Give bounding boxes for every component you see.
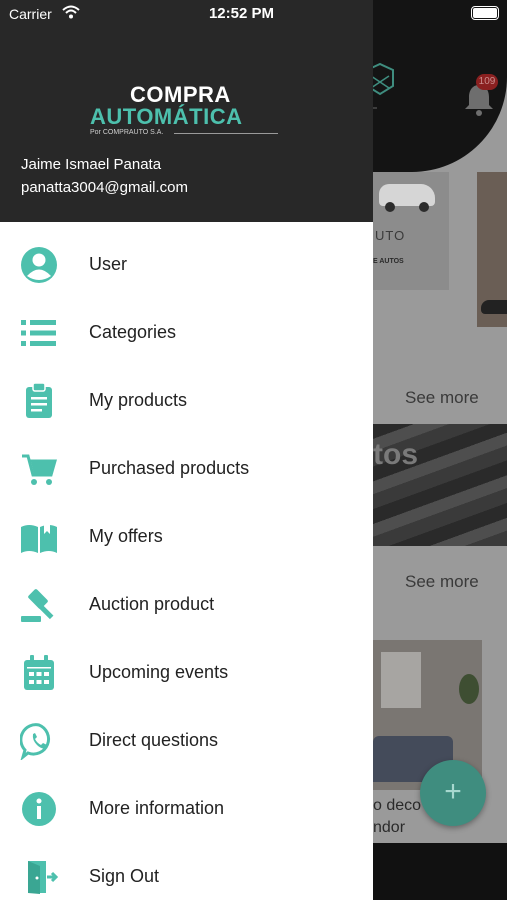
whatsapp-icon: [20, 722, 58, 760]
info-icon: [20, 790, 58, 828]
status-bar: Carrier 12:52 PM: [0, 0, 507, 30]
card-subcaption: E AUTOS: [373, 258, 404, 265]
battery-icon: [471, 6, 499, 20]
menu-item-label: Purchased products: [89, 458, 250, 478]
cart-icon: [20, 450, 58, 488]
menu-item-label: Direct questions: [89, 730, 219, 750]
clipboard-icon: [20, 382, 58, 420]
menu-item-user[interactable]: User: [0, 232, 373, 298]
menu-item-label: User: [89, 254, 128, 274]
user-icon: [20, 246, 58, 284]
drawer-header: COMPRA AUTOMÁTICA Por COMPRAUTO S.A. Jai…: [0, 0, 373, 222]
card-caption: UTO: [375, 228, 406, 243]
product-caption: o deco ndor: [373, 797, 422, 836]
user-name: Jaime Ismael Panata: [21, 156, 162, 173]
gavel-icon: [20, 586, 58, 624]
background-product-card[interactable]: UTO E AUTOS: [373, 172, 449, 290]
menu-item-more-information[interactable]: More information: [0, 776, 373, 842]
menu-item-direct-questions[interactable]: Direct questions: [0, 708, 373, 774]
menu-item-categories[interactable]: Categories: [0, 300, 373, 366]
menu-item-label: Auction product: [89, 594, 215, 614]
user-email: panatta3004@gmail.com: [21, 179, 188, 196]
navigation-drawer: COMPRA AUTOMÁTICA Por COMPRAUTO S.A. Jai…: [0, 0, 373, 900]
menu-item-my-products[interactable]: My products: [0, 368, 373, 434]
clock: 12:52 PM: [208, 5, 275, 22]
menu-item-label: Sign Out: [89, 866, 160, 886]
exit-icon: [20, 858, 58, 896]
see-more-link[interactable]: See more: [405, 388, 479, 408]
menu-item-sign-out[interactable]: Sign Out: [0, 844, 373, 900]
menu-item-purchased-products[interactable]: Purchased products: [0, 436, 373, 502]
book-icon: [20, 518, 58, 556]
background-product-card[interactable]: [477, 172, 507, 327]
add-button[interactable]: +: [420, 760, 486, 826]
list-icon: [20, 314, 58, 352]
notification-badge: 109: [476, 74, 498, 90]
calendar-icon: [20, 654, 58, 692]
menu-item-label: My offers: [89, 526, 163, 546]
menu-item-auction-product[interactable]: Auction product: [0, 572, 373, 638]
menu-item-label: More information: [89, 798, 225, 818]
menu-item-label: Categories: [89, 322, 177, 342]
brand-logo: COMPRA AUTOMÁTICA Por COMPRAUTO S.A.: [88, 82, 280, 142]
menu-item-label: My products: [89, 390, 188, 410]
menu-item-label: Upcoming events: [89, 662, 229, 682]
menu-item-my-offers[interactable]: My offers: [0, 504, 373, 570]
see-more-link[interactable]: See more: [405, 572, 479, 592]
banner-text: tos: [373, 438, 418, 471]
menu-item-upcoming-events[interactable]: Upcoming events: [0, 640, 373, 706]
